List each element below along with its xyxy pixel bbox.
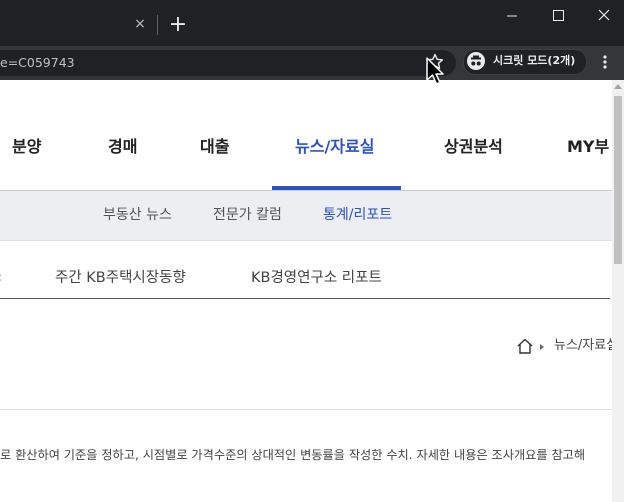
sub-nav: [0, 191, 612, 241]
nav-item-auction[interactable]: 경매: [108, 137, 137, 157]
subnav-item-stats-report[interactable]: 통계/리포트: [323, 206, 392, 224]
incognito-icon: [467, 52, 485, 70]
tab-partial[interactable]: ‹: [0, 269, 2, 287]
home-icon[interactable]: [516, 337, 534, 355]
description-text: 로 환산하여 기준을 정하고, 시점별로 가격수준의 상대적인 변동률을 작성한…: [0, 448, 586, 462]
tab-close-button[interactable]: ×: [130, 14, 150, 34]
url-text[interactable]: e=C059743: [0, 55, 75, 71]
more-menu-icon[interactable]: [600, 52, 610, 72]
breadcrumb-current[interactable]: 뉴스/자료실: [554, 338, 618, 354]
close-window-button[interactable]: [590, 6, 618, 26]
incognito-label: 시크릿 모드(2개): [493, 54, 576, 67]
tab-underline: [0, 298, 610, 299]
tab-weekly-kb-housing[interactable]: 주간 KB주택시장동향: [55, 269, 186, 287]
tab-strip: [0, 0, 624, 46]
new-tab-button[interactable]: +: [166, 13, 190, 37]
mouse-cursor-icon: [426, 57, 444, 85]
main-nav: [0, 80, 612, 191]
nav-item-my[interactable]: MY부: [567, 137, 609, 157]
breadcrumb-arrow-icon: [540, 344, 544, 350]
nav-item-news[interactable]: 뉴스/자료실: [295, 137, 374, 157]
scrollbar-thumb[interactable]: [614, 96, 622, 264]
nav-item-loan[interactable]: 대출: [200, 137, 229, 157]
nav-item-presale[interactable]: 분양: [12, 137, 41, 157]
nav-active-indicator: [272, 186, 401, 190]
minimize-button[interactable]: [498, 6, 526, 26]
subnav-item-expert-column[interactable]: 전문가 칼럼: [213, 206, 282, 224]
nav-item-commercial-analysis[interactable]: 상권분석: [444, 137, 503, 157]
maximize-button[interactable]: [544, 6, 572, 26]
scroll-up-icon[interactable]: [612, 80, 624, 94]
subnav-item-realestate-news[interactable]: 부동산 뉴스: [103, 206, 172, 224]
tab-kb-research-report[interactable]: KB경영연구소 리포트: [251, 269, 382, 287]
tab-separator: [157, 15, 158, 35]
section-divider: [0, 409, 612, 410]
